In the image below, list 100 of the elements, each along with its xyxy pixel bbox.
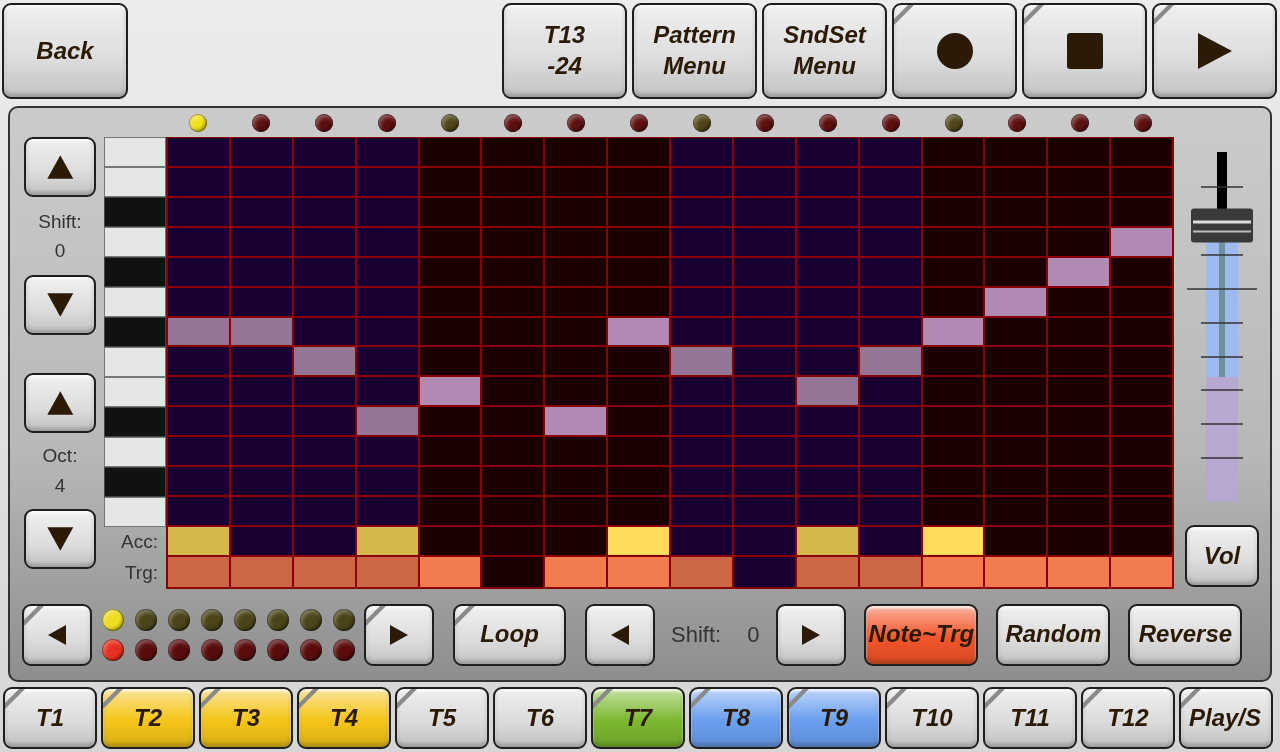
note-cell[interactable] xyxy=(230,347,292,376)
note-cell[interactable] xyxy=(230,407,292,436)
note-cell[interactable] xyxy=(608,467,669,496)
note-cell[interactable] xyxy=(1111,437,1172,466)
note-cell[interactable] xyxy=(608,257,669,286)
note-cell[interactable] xyxy=(671,227,732,256)
note-cell[interactable] xyxy=(796,227,858,256)
note-cell[interactable] xyxy=(985,138,1047,166)
note-cell[interactable] xyxy=(230,287,292,316)
note-cell[interactable] xyxy=(985,167,1047,196)
note-cell[interactable] xyxy=(293,317,355,346)
shift-left-button[interactable] xyxy=(585,603,655,666)
accent-cell[interactable] xyxy=(482,527,544,555)
shift-right-button[interactable] xyxy=(776,603,847,666)
note-cell[interactable] xyxy=(168,167,229,196)
note-cell[interactable] xyxy=(545,167,607,196)
note-cell[interactable] xyxy=(482,347,544,376)
menu-button[interactable]: SndSet Menu xyxy=(762,3,887,99)
mode-button[interactable]: Note~Trg xyxy=(864,603,979,666)
note-cell[interactable] xyxy=(230,437,292,466)
volume-slider[interactable] xyxy=(1187,152,1257,502)
note-cell[interactable] xyxy=(293,467,355,496)
note-cell[interactable] xyxy=(293,167,355,196)
track-tab[interactable]: T4 xyxy=(297,687,391,749)
note-cell[interactable] xyxy=(922,497,984,525)
note-cell[interactable] xyxy=(1111,138,1172,166)
note-cell[interactable] xyxy=(1111,257,1172,286)
note-cell[interactable] xyxy=(293,138,355,166)
note-cell[interactable] xyxy=(671,287,732,316)
note-cell[interactable] xyxy=(168,377,229,406)
note-cell[interactable] xyxy=(985,287,1047,316)
shift-up-button[interactable] xyxy=(24,137,96,197)
note-cell[interactable] xyxy=(608,197,669,226)
note-cell[interactable] xyxy=(922,467,984,496)
note-cell[interactable] xyxy=(482,437,544,466)
track-tab[interactable]: T12 xyxy=(1081,687,1175,749)
note-cell[interactable] xyxy=(482,138,544,166)
note-cell[interactable] xyxy=(859,227,921,256)
accent-cell[interactable] xyxy=(608,527,669,555)
note-cell[interactable] xyxy=(859,347,921,376)
note-cell[interactable] xyxy=(733,197,795,226)
note-cell[interactable] xyxy=(671,257,732,286)
note-cell[interactable] xyxy=(922,287,984,316)
note-cell[interactable] xyxy=(733,497,795,525)
trigger-cell[interactable] xyxy=(168,557,229,587)
note-cell[interactable] xyxy=(859,437,921,466)
note-cell[interactable] xyxy=(922,227,984,256)
stop-button[interactable] xyxy=(1022,3,1147,99)
note-cell[interactable] xyxy=(985,407,1047,436)
note-cell[interactable] xyxy=(1048,437,1110,466)
note-cell[interactable] xyxy=(482,317,544,346)
accent-cell[interactable] xyxy=(1111,527,1172,555)
mode-button[interactable]: Reverse xyxy=(1128,603,1243,666)
trigger-cell[interactable] xyxy=(356,557,418,587)
trigger-cell[interactable] xyxy=(608,557,669,587)
note-cell[interactable] xyxy=(1048,317,1110,346)
note-cell[interactable] xyxy=(859,197,921,226)
note-cell[interactable] xyxy=(356,437,418,466)
note-cell[interactable] xyxy=(1111,497,1172,525)
note-cell[interactable] xyxy=(482,407,544,436)
note-cell[interactable] xyxy=(419,257,481,286)
note-cell[interactable] xyxy=(1111,467,1172,496)
note-cell[interactable] xyxy=(545,257,607,286)
note-cell[interactable] xyxy=(419,317,481,346)
note-cell[interactable] xyxy=(356,167,418,196)
track-tab[interactable]: T2 xyxy=(101,687,195,749)
note-cell[interactable] xyxy=(1111,227,1172,256)
note-cell[interactable] xyxy=(671,138,732,166)
volume-button[interactable]: Vol xyxy=(1185,525,1259,587)
note-cell[interactable] xyxy=(419,167,481,196)
note-cell[interactable] xyxy=(168,497,229,525)
note-cell[interactable] xyxy=(230,197,292,226)
note-cell[interactable] xyxy=(419,497,481,525)
note-cell[interactable] xyxy=(796,257,858,286)
note-cell[interactable] xyxy=(985,227,1047,256)
note-cell[interactable] xyxy=(1048,287,1110,316)
next-button[interactable] xyxy=(364,603,434,666)
accent-cell[interactable] xyxy=(796,527,858,555)
note-cell[interactable] xyxy=(608,347,669,376)
note-cell[interactable] xyxy=(419,467,481,496)
note-cell[interactable] xyxy=(168,437,229,466)
trigger-cell[interactable] xyxy=(1111,557,1172,587)
note-cell[interactable] xyxy=(168,467,229,496)
note-cell[interactable] xyxy=(545,347,607,376)
note-cell[interactable] xyxy=(859,377,921,406)
note-cell[interactable] xyxy=(859,257,921,286)
track-tab[interactable]: T5 xyxy=(395,687,489,749)
note-cell[interactable] xyxy=(733,138,795,166)
note-cell[interactable] xyxy=(356,407,418,436)
track-tab[interactable]: T1 xyxy=(3,687,97,749)
piano-key[interactable] xyxy=(104,287,166,317)
trigger-cell[interactable] xyxy=(419,557,481,587)
note-cell[interactable] xyxy=(859,167,921,196)
note-cell[interactable] xyxy=(985,497,1047,525)
note-cell[interactable] xyxy=(922,138,984,166)
note-cell[interactable] xyxy=(985,377,1047,406)
note-cell[interactable] xyxy=(608,407,669,436)
note-cell[interactable] xyxy=(733,287,795,316)
accent-cell[interactable] xyxy=(230,527,292,555)
note-cell[interactable] xyxy=(230,227,292,256)
